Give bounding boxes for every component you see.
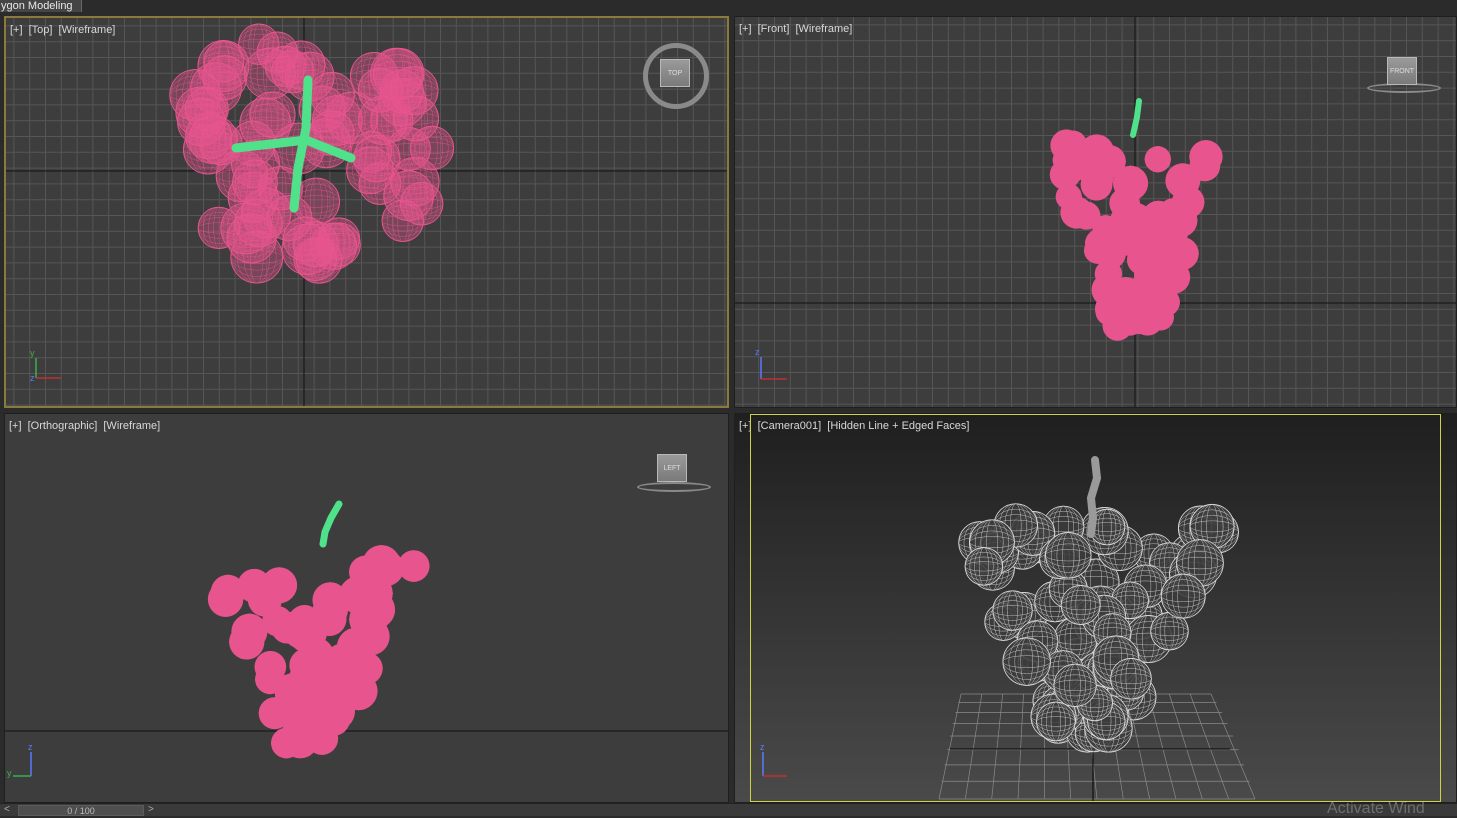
viewcube-face[interactable]: TOP — [660, 59, 690, 87]
axis-z-label: z — [30, 373, 35, 383]
viewport-menu-button[interactable]: [+] — [739, 23, 752, 35]
camera-scene: z — [760, 456, 1256, 802]
grape-stem[interactable] — [319, 500, 343, 548]
view-type-label[interactable]: [Orthographic] — [28, 420, 98, 432]
axis-tripod: z — [755, 347, 787, 380]
axis-z-label: z — [760, 742, 765, 752]
viewcube-face[interactable]: FRONT — [1387, 57, 1417, 85]
grape-stem[interactable] — [1086, 456, 1102, 538]
orthographic-scene: z y — [5, 500, 728, 778]
time-slider[interactable]: 0 / 100 — [18, 805, 144, 816]
viewport-menu-button[interactable]: [+] — [10, 24, 23, 36]
viewport-camera[interactable]: [+] [Camera001] [Hidden Line + Edged Fac… — [734, 413, 1457, 803]
viewport-menu-button[interactable]: [+] — [9, 420, 22, 432]
shading-mode-label[interactable]: [Wireframe] — [103, 420, 160, 432]
axis-tripod: z y — [7, 742, 33, 778]
viewcube-face[interactable]: LEFT — [657, 454, 687, 482]
viewport-menu-button[interactable]: [+] — [739, 420, 752, 432]
timeline[interactable]: < 0 / 100 > — [0, 803, 1457, 816]
axis-tripod: z — [760, 742, 787, 777]
viewport-top[interactable]: [+] [Top] [Wireframe] TOP y z — [4, 16, 729, 408]
timeline-prev-button[interactable]: < — [4, 804, 10, 815]
viewcube-left[interactable]: LEFT — [635, 450, 711, 492]
viewport-label-orthographic: [+] [Orthographic] [Wireframe] — [9, 420, 163, 432]
viewport-orthographic[interactable]: [+] [Orthographic] [Wireframe] LEFT z y — [4, 413, 729, 803]
viewport-label-camera: [+] [Camera001] [Hidden Line + Edged Fac… — [739, 420, 972, 432]
top-scene: y z — [6, 18, 727, 406]
viewcube-ring — [637, 482, 711, 492]
axis-z-label: z — [28, 742, 33, 752]
axis-y-label: y — [30, 348, 35, 358]
grape-bunch-mesh[interactable] — [169, 23, 455, 284]
view-type-label[interactable]: [Front] — [758, 23, 790, 35]
axis-z-label: z — [755, 347, 760, 357]
axis-y-label: y — [7, 768, 12, 778]
view-type-label[interactable]: [Camera001] — [758, 420, 822, 432]
viewcube-top[interactable]: TOP — [640, 40, 710, 110]
activation-watermark: Activate Wind — [1327, 800, 1425, 817]
view-type-label[interactable]: [Top] — [29, 24, 53, 36]
viewcube-front[interactable]: FRONT — [1365, 53, 1441, 93]
shading-mode-label[interactable]: [Wireframe] — [795, 23, 852, 35]
viewport-label-top: [+] [Top] [Wireframe] — [10, 24, 118, 36]
timeline-next-button[interactable]: > — [148, 804, 154, 815]
grape-bunch-mesh[interactable] — [207, 545, 430, 759]
shading-mode-label[interactable]: [Hidden Line + Edged Faces] — [827, 420, 969, 432]
viewport-front[interactable]: [+] [Front] [Wireframe] FRONT z — [734, 16, 1457, 408]
viewport-label-front: [+] [Front] [Wireframe] — [739, 23, 855, 35]
shading-mode-label[interactable]: [Wireframe] — [59, 24, 116, 36]
front-scene: z — [735, 17, 1456, 407]
ribbon-tab-polygon-modeling[interactable]: ygon Modeling — [0, 0, 82, 12]
